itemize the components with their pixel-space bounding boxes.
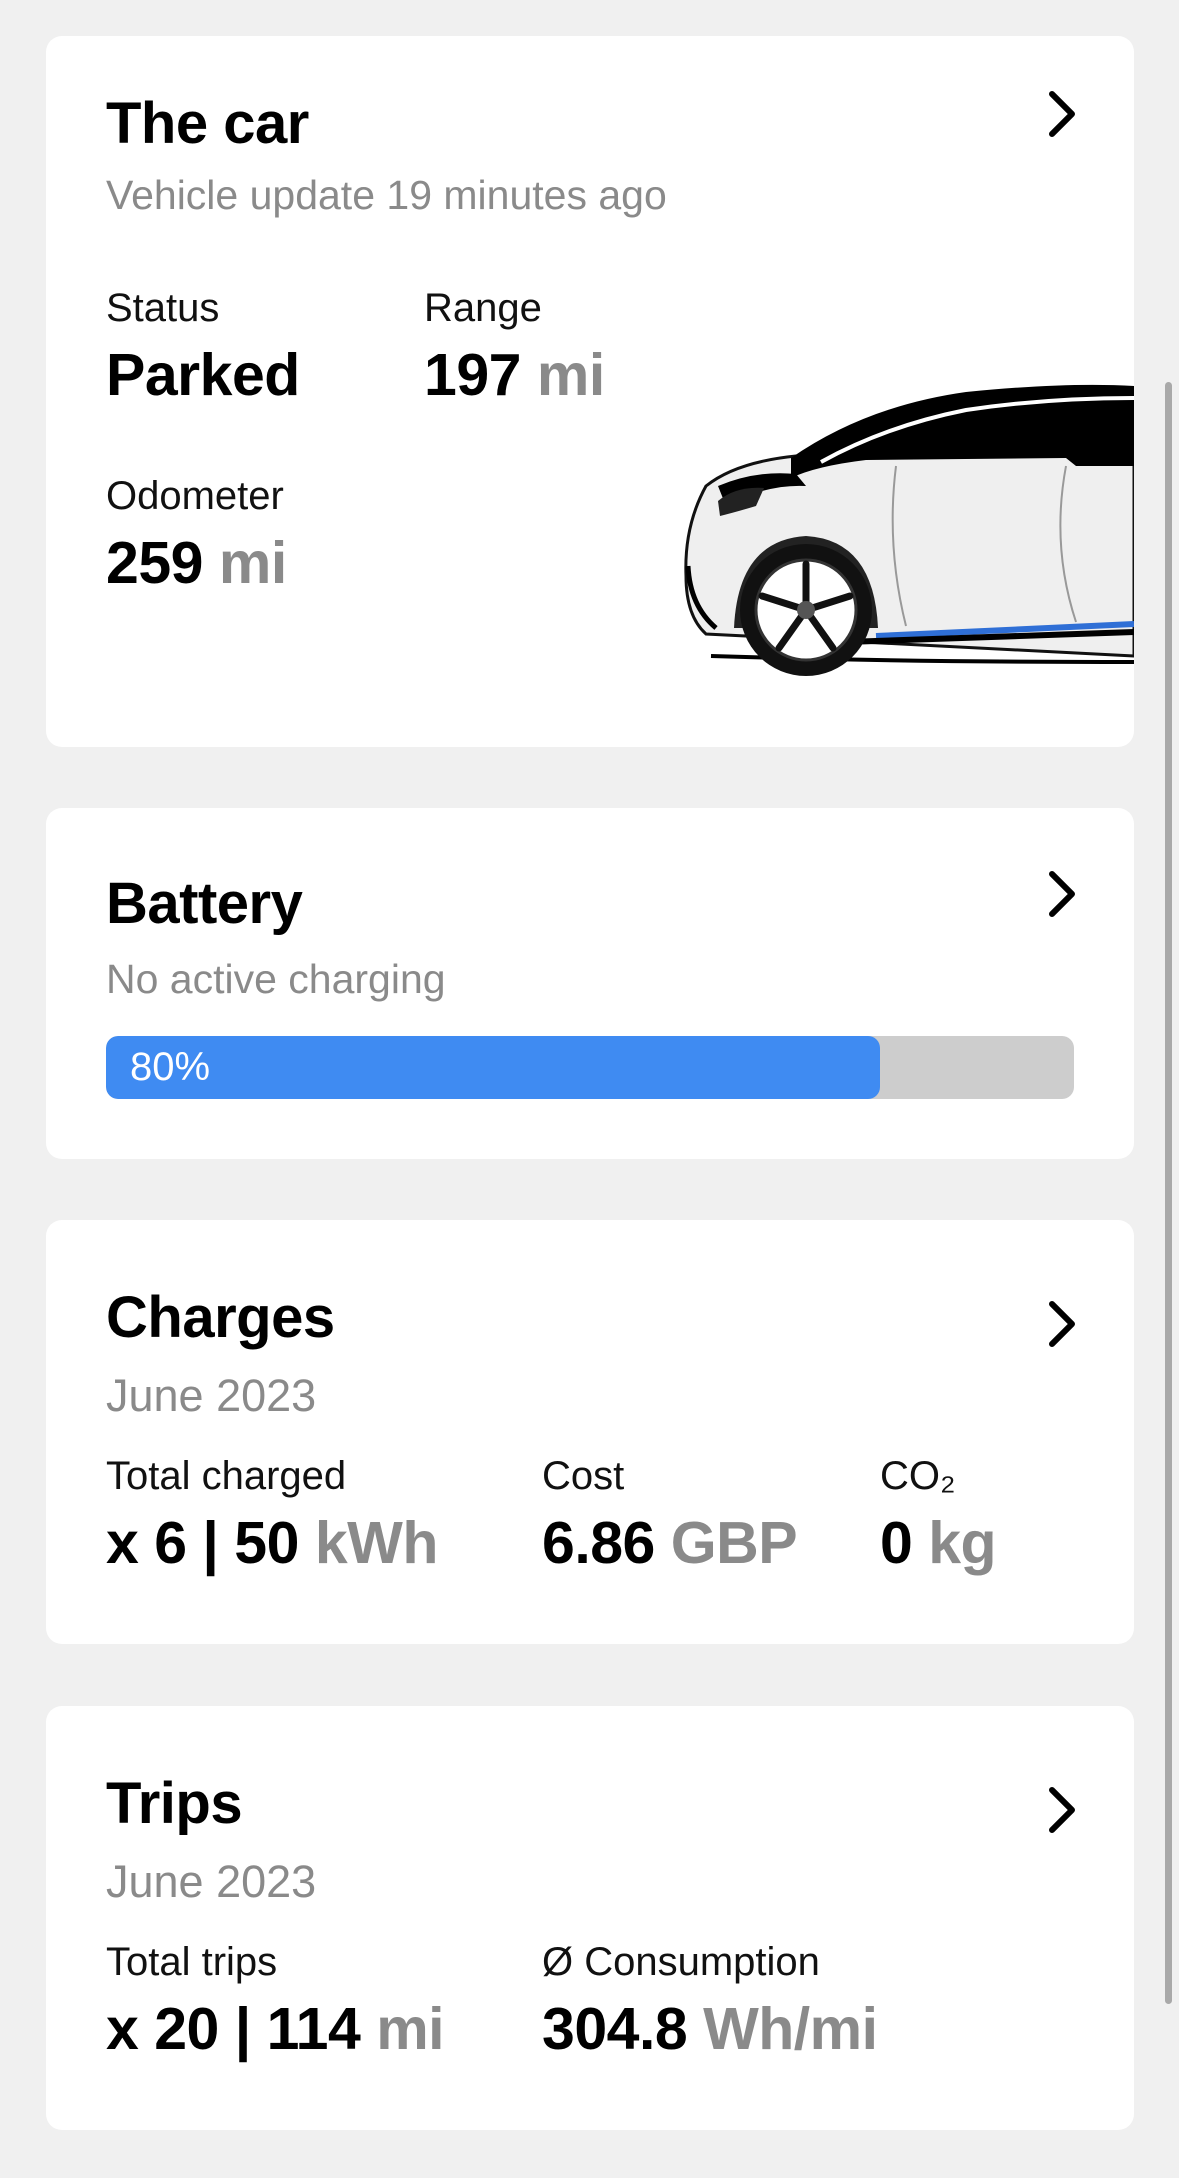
co2-value: 0 [880, 1510, 913, 1576]
car-card-title: The car [106, 91, 309, 156]
chevron-right-icon[interactable] [1042, 1298, 1082, 1350]
co2-label: CO₂ [880, 1454, 956, 1498]
battery-progress-fill [106, 1036, 881, 1099]
charges-card-subtitle: June 2023 [106, 1370, 317, 1421]
range-value: 197 [424, 342, 521, 408]
total-charged-label: Total charged [106, 1454, 347, 1498]
total-charged-unit: kWh [314, 1510, 439, 1576]
total-trips-value: x 20 | 114 [106, 1996, 361, 2062]
total-charged-stat: Total charged x 6 | 50 kWh [106, 1454, 438, 1577]
trips-card-subtitle: June 2023 [106, 1856, 317, 1907]
consumption-label: Ø Consumption [542, 1940, 820, 1984]
battery-card-subtitle: No active charging [106, 956, 446, 1002]
car-card[interactable]: The car Vehicle update 19 minutes ago St… [46, 36, 1134, 747]
scrollbar[interactable] [1165, 382, 1172, 2004]
range-stat: Range 197 mi [424, 286, 605, 409]
trips-card[interactable]: Trips June 2023 Total trips x 20 | 114 m… [46, 1706, 1134, 2130]
status-label: Status [106, 286, 220, 330]
cost-label: Cost [542, 1454, 625, 1498]
consumption-unit: Wh/mi [703, 1996, 878, 2062]
total-trips-stat: Total trips x 20 | 114 mi [106, 1940, 445, 2063]
charges-card-title: Charges [106, 1285, 335, 1350]
total-trips-label: Total trips [106, 1940, 278, 1984]
co2-unit: kg [928, 1510, 997, 1576]
total-charged-value: x 6 | 50 [106, 1510, 299, 1576]
chevron-right-icon[interactable] [1042, 1784, 1082, 1836]
battery-card[interactable]: Battery No active charging 80% [46, 808, 1134, 1159]
chevron-right-icon[interactable] [1042, 868, 1082, 920]
cost-stat: Cost 6.86 GBP [542, 1454, 798, 1577]
odometer-stat: Odometer 259 mi [106, 474, 287, 597]
status-value: Parked [106, 342, 300, 408]
cost-unit: GBP [670, 1510, 798, 1576]
car-card-subtitle: Vehicle update 19 minutes ago [106, 172, 667, 218]
co2-stat: CO₂ 0 kg [880, 1454, 997, 1577]
charges-card[interactable]: Charges June 2023 Total charged x 6 | 50… [46, 1220, 1134, 1644]
range-label: Range [424, 286, 542, 330]
battery-level-text: 80% [130, 1045, 211, 1089]
odometer-unit: mi [218, 530, 287, 596]
trips-card-title: Trips [106, 1771, 243, 1836]
cost-value: 6.86 [542, 1510, 655, 1576]
car-illustration [684, 384, 1134, 676]
battery-progress-bar: 80% [106, 1036, 1074, 1099]
battery-card-title: Battery [106, 871, 303, 936]
odometer-label: Odometer [106, 474, 284, 518]
consumption-value: 304.8 [542, 1996, 688, 2062]
consumption-stat: Ø Consumption 304.8 Wh/mi [542, 1940, 878, 2063]
status-stat: Status Parked [106, 286, 300, 409]
range-unit: mi [536, 342, 605, 408]
total-trips-unit: mi [376, 1996, 445, 2062]
odometer-value: 259 [106, 530, 203, 596]
chevron-right-icon[interactable] [1042, 88, 1082, 140]
